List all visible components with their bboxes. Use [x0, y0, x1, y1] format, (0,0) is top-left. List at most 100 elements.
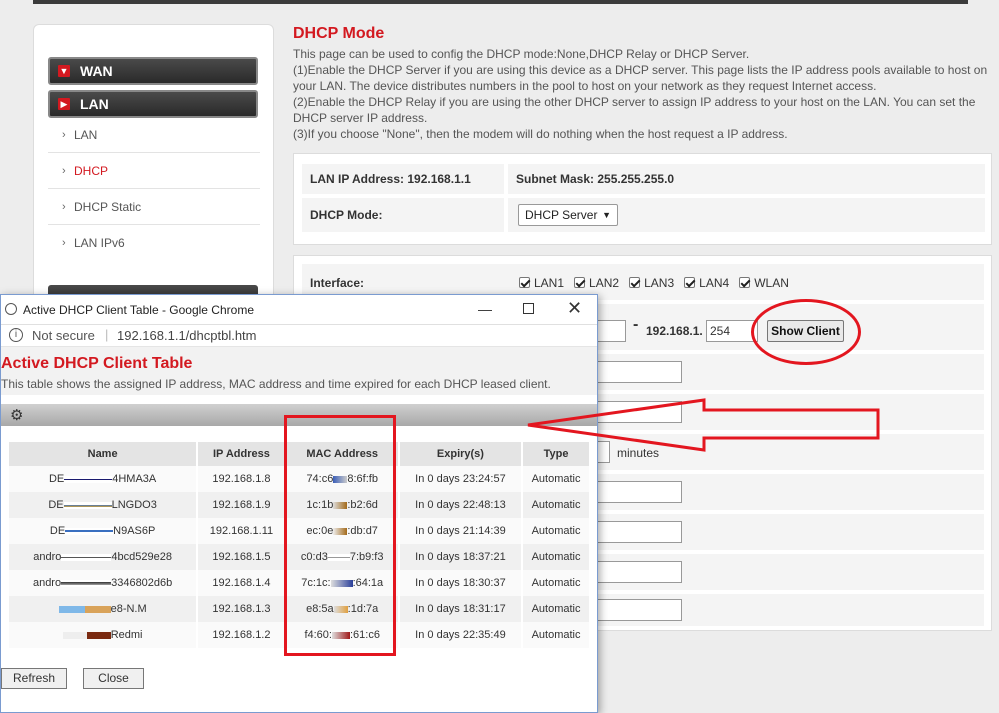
chevron-right-icon: ▶ — [58, 98, 70, 110]
sidebar-item-dhcp-static[interactable]: › DHCP Static — [48, 189, 260, 225]
maximize-button[interactable] — [523, 303, 534, 314]
url-bar[interactable]: i Not secure | 192.168.1.1/dhcptbl.htm — [1, 325, 597, 347]
checkbox-label: WLAN — [754, 276, 789, 290]
minimize-button[interactable]: — — [478, 301, 492, 317]
checkbox-label: LAN2 — [589, 276, 620, 290]
client-name: e8-N.M — [9, 596, 197, 622]
client-name: andro 3346802d6b — [9, 570, 197, 596]
settings-input[interactable] — [594, 599, 682, 621]
gear-icon: ⚙ — [10, 407, 24, 424]
not-secure-label: Not secure — [32, 328, 95, 343]
client-type: Automatic — [523, 596, 589, 622]
client-ip: 192.168.1.9 — [198, 492, 285, 518]
top-bar — [33, 0, 968, 4]
client-ip: 192.168.1.5 — [198, 544, 285, 570]
sidebar-wan-button[interactable]: ▼ WAN — [48, 57, 258, 85]
close-button[interactable]: Close — [83, 668, 144, 689]
lan3-checkbox[interactable]: LAN3 — [629, 276, 674, 290]
desc-line: (3)If you choose "None", then the modem … — [293, 127, 788, 141]
checkbox-label: LAN3 — [644, 276, 675, 290]
client-ip: 192.168.1.4 — [198, 570, 285, 596]
sidebar-item-label: LAN — [74, 128, 98, 142]
dhcp-mode-label: DHCP Mode: — [302, 198, 504, 232]
sidebar-item-label: DHCP — [74, 164, 109, 178]
client-ip: 192.168.1.8 — [198, 466, 285, 492]
dhcp-mode-value: DHCP Server — [525, 208, 598, 222]
refresh-button[interactable]: Refresh — [1, 668, 67, 689]
page-description: This page can be used to config the DHCP… — [293, 46, 993, 142]
mac-column-highlight — [284, 415, 396, 656]
settings-input[interactable] — [594, 561, 682, 583]
arrow-right-icon: › — [62, 129, 66, 141]
sidebar-item-label: LAN IPv6 — [74, 236, 125, 250]
url-divider: | — [105, 327, 109, 342]
lan1-checkbox[interactable]: LAN1 — [519, 276, 564, 290]
sidebar-item-lan[interactable]: › LAN — [48, 117, 260, 153]
popup-titlebar: Active DHCP Client Table - Google Chrome… — [1, 295, 597, 325]
client-type: Automatic — [523, 544, 589, 570]
annotation-arrow-icon — [527, 398, 880, 452]
lan-ip-label: LAN IP Address: 192.168.1.1 — [302, 164, 504, 194]
client-type: Automatic — [523, 622, 589, 648]
ip-range-start-input[interactable] — [594, 320, 626, 342]
settings-input[interactable] — [594, 361, 682, 383]
lan4-checkbox[interactable]: LAN4 — [684, 276, 729, 290]
client-ip: 192.168.1.3 — [198, 596, 285, 622]
arrow-right-icon: › — [62, 237, 66, 249]
close-window-button[interactable]: ✕ — [567, 298, 582, 319]
range-end-value: 254 — [710, 324, 731, 338]
lan2-checkbox[interactable]: LAN2 — [574, 276, 619, 290]
client-type: Automatic — [523, 492, 589, 518]
client-expiry: In 0 days 18:30:37 — [399, 570, 522, 596]
sidebar-item-label: DHCP Static — [74, 200, 142, 214]
client-name: DE LNGDO3 — [9, 492, 197, 518]
client-ip: 192.168.1.11 — [198, 518, 285, 544]
dhcp-mode-cell: DHCP Server ▼ — [508, 198, 985, 232]
client-expiry: In 0 days 22:35:49 — [399, 622, 522, 648]
client-type: Automatic — [523, 570, 589, 596]
desc-line: This page can be used to config the DHCP… — [293, 47, 750, 61]
sidebar: ▼ WAN ▶ LAN › LAN › DHCP › DHCP Static ›… — [33, 24, 274, 305]
chevron-down-icon: ▼ — [58, 65, 70, 77]
client-expiry: In 0 days 22:48:13 — [399, 492, 522, 518]
arrow-right-icon: › — [62, 201, 66, 213]
info-icon: i — [9, 328, 23, 342]
client-type: Automatic — [523, 518, 589, 544]
client-expiry: In 0 days 18:31:17 — [399, 596, 522, 622]
popup-header: Active DHCP Client Table This table show… — [1, 347, 597, 395]
subnet-mask-label: Subnet Mask: 255.255.255.0 — [508, 164, 985, 194]
sidebar-item-dhcp[interactable]: › DHCP — [48, 153, 260, 189]
range-separator: - — [633, 316, 639, 333]
popup-title: Active DHCP Client Table — [1, 355, 193, 372]
client-expiry: In 0 days 21:14:39 — [399, 518, 522, 544]
client-name: andro 4bcd529e28 — [9, 544, 197, 570]
desc-line: (2)Enable the DHCP Relay if you are usin… — [293, 95, 976, 125]
client-ip: 192.168.1.2 — [198, 622, 285, 648]
arrow-right-icon: › — [62, 165, 66, 177]
sidebar-wan-label: WAN — [80, 63, 113, 79]
globe-icon — [5, 303, 17, 315]
page-title: DHCP Mode — [293, 25, 385, 42]
popup-window-title: Active DHCP Client Table - Google Chrome — [23, 303, 254, 317]
client-name: Redmi — [9, 622, 197, 648]
column-header-ip: IP Address — [198, 442, 285, 466]
sidebar-lan-button[interactable]: ▶ LAN — [48, 90, 258, 118]
client-expiry: In 0 days 23:24:57 — [399, 466, 522, 492]
sidebar-lan-label: LAN — [80, 96, 109, 112]
popup-description: This table shows the assigned IP address… — [1, 377, 551, 391]
dropdown-arrow-icon: ▼ — [602, 210, 611, 220]
settings-input[interactable] — [594, 521, 682, 543]
lan-info-panel: LAN IP Address: 192.168.1.1 Subnet Mask:… — [293, 153, 992, 245]
sidebar-item-lan-ipv6[interactable]: › LAN IPv6 — [48, 225, 260, 261]
column-header-expiry: Expiry(s) — [399, 442, 522, 466]
dhcp-mode-select[interactable]: DHCP Server ▼ — [518, 204, 618, 226]
checkbox-label: LAN4 — [699, 276, 730, 290]
settings-input[interactable] — [594, 481, 682, 503]
desc-line: (1)Enable the DHCP Server if you are usi… — [293, 63, 988, 93]
interface-label: Interface: — [310, 276, 365, 290]
range-prefix: 192.168.1. — [646, 324, 703, 338]
client-type: Automatic — [523, 466, 589, 492]
wlan-checkbox[interactable]: WLAN — [739, 276, 789, 290]
client-expiry: In 0 days 18:37:21 — [399, 544, 522, 570]
client-name: DE N9AS6P — [9, 518, 197, 544]
